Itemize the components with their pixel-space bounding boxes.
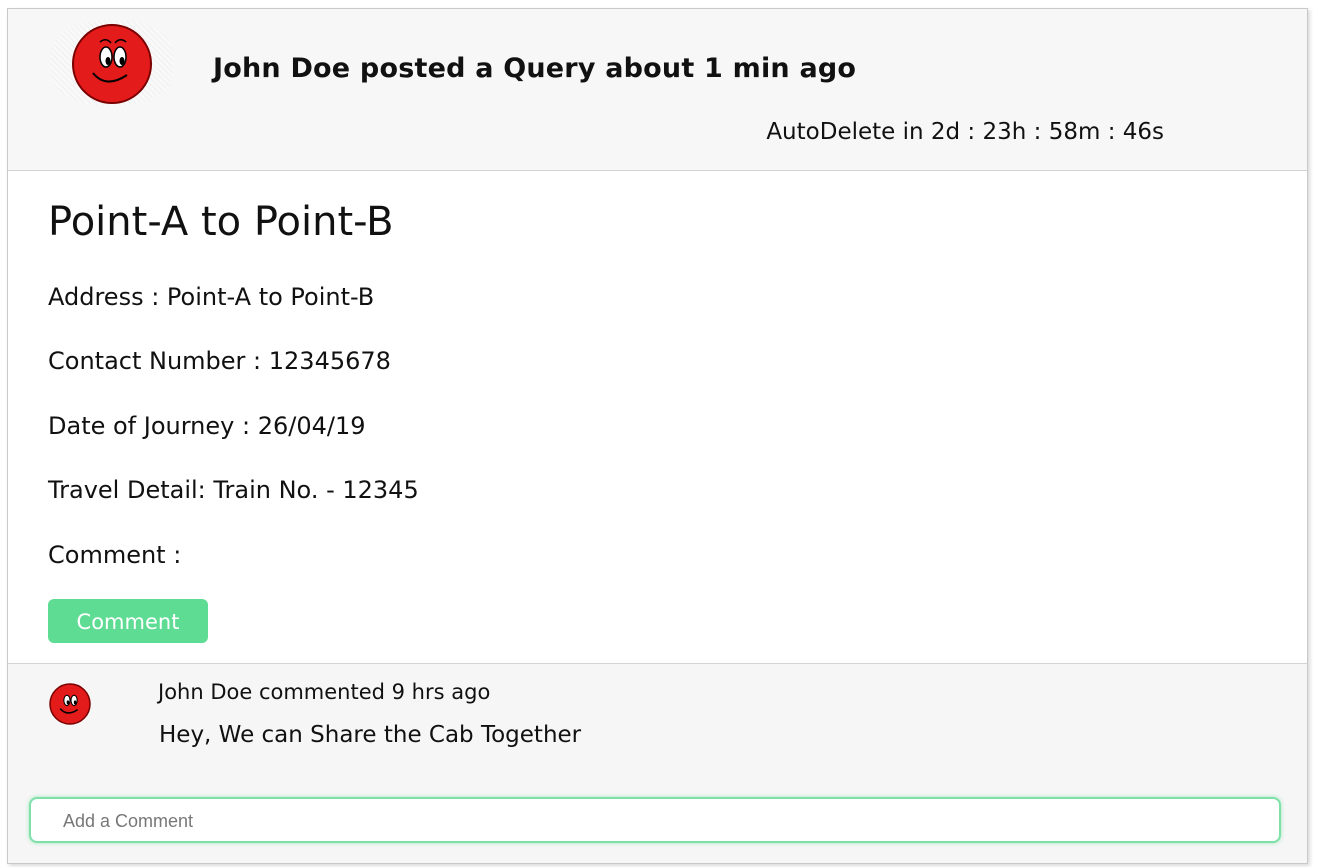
smiley-face-avatar-icon[interactable]: [71, 23, 153, 105]
comment-text: Hey, We can Share the Cab Together: [159, 722, 582, 748]
date-row: Date of Journey : 26/04/19: [48, 412, 366, 440]
comment-button[interactable]: Comment: [48, 599, 208, 643]
auto-delete-countdown: AutoDelete in 2d : 23h : 58m : 46s: [766, 119, 1164, 145]
comment-meta: John Doe commented 9 hrs ago: [158, 680, 491, 704]
contact-row: Contact Number : 12345678: [48, 347, 391, 375]
address-row: Address : Point-A to Point-B: [48, 283, 375, 311]
comments-section: John Doe commented 9 hrs ago Hey, We can…: [8, 663, 1307, 863]
post-body: Point-A to Point-B Address : Point-A to …: [8, 171, 1307, 663]
comment-input-wrapper: [29, 797, 1281, 843]
post-card: John Doe posted a Query about 1 min ago …: [7, 8, 1308, 864]
smiley-face-avatar-icon[interactable]: [49, 683, 91, 725]
comment-label: Comment :: [48, 541, 182, 569]
avatar-frame: [51, 21, 173, 105]
route-title: Point-A to Point-B: [48, 199, 394, 245]
post-header: John Doe posted a Query about 1 min ago …: [8, 9, 1307, 171]
travel-row: Travel Detail: Train No. - 12345: [48, 476, 419, 504]
post-header-title: John Doe posted a Query about 1 min ago: [213, 53, 857, 84]
add-comment-input[interactable]: [61, 799, 1245, 843]
